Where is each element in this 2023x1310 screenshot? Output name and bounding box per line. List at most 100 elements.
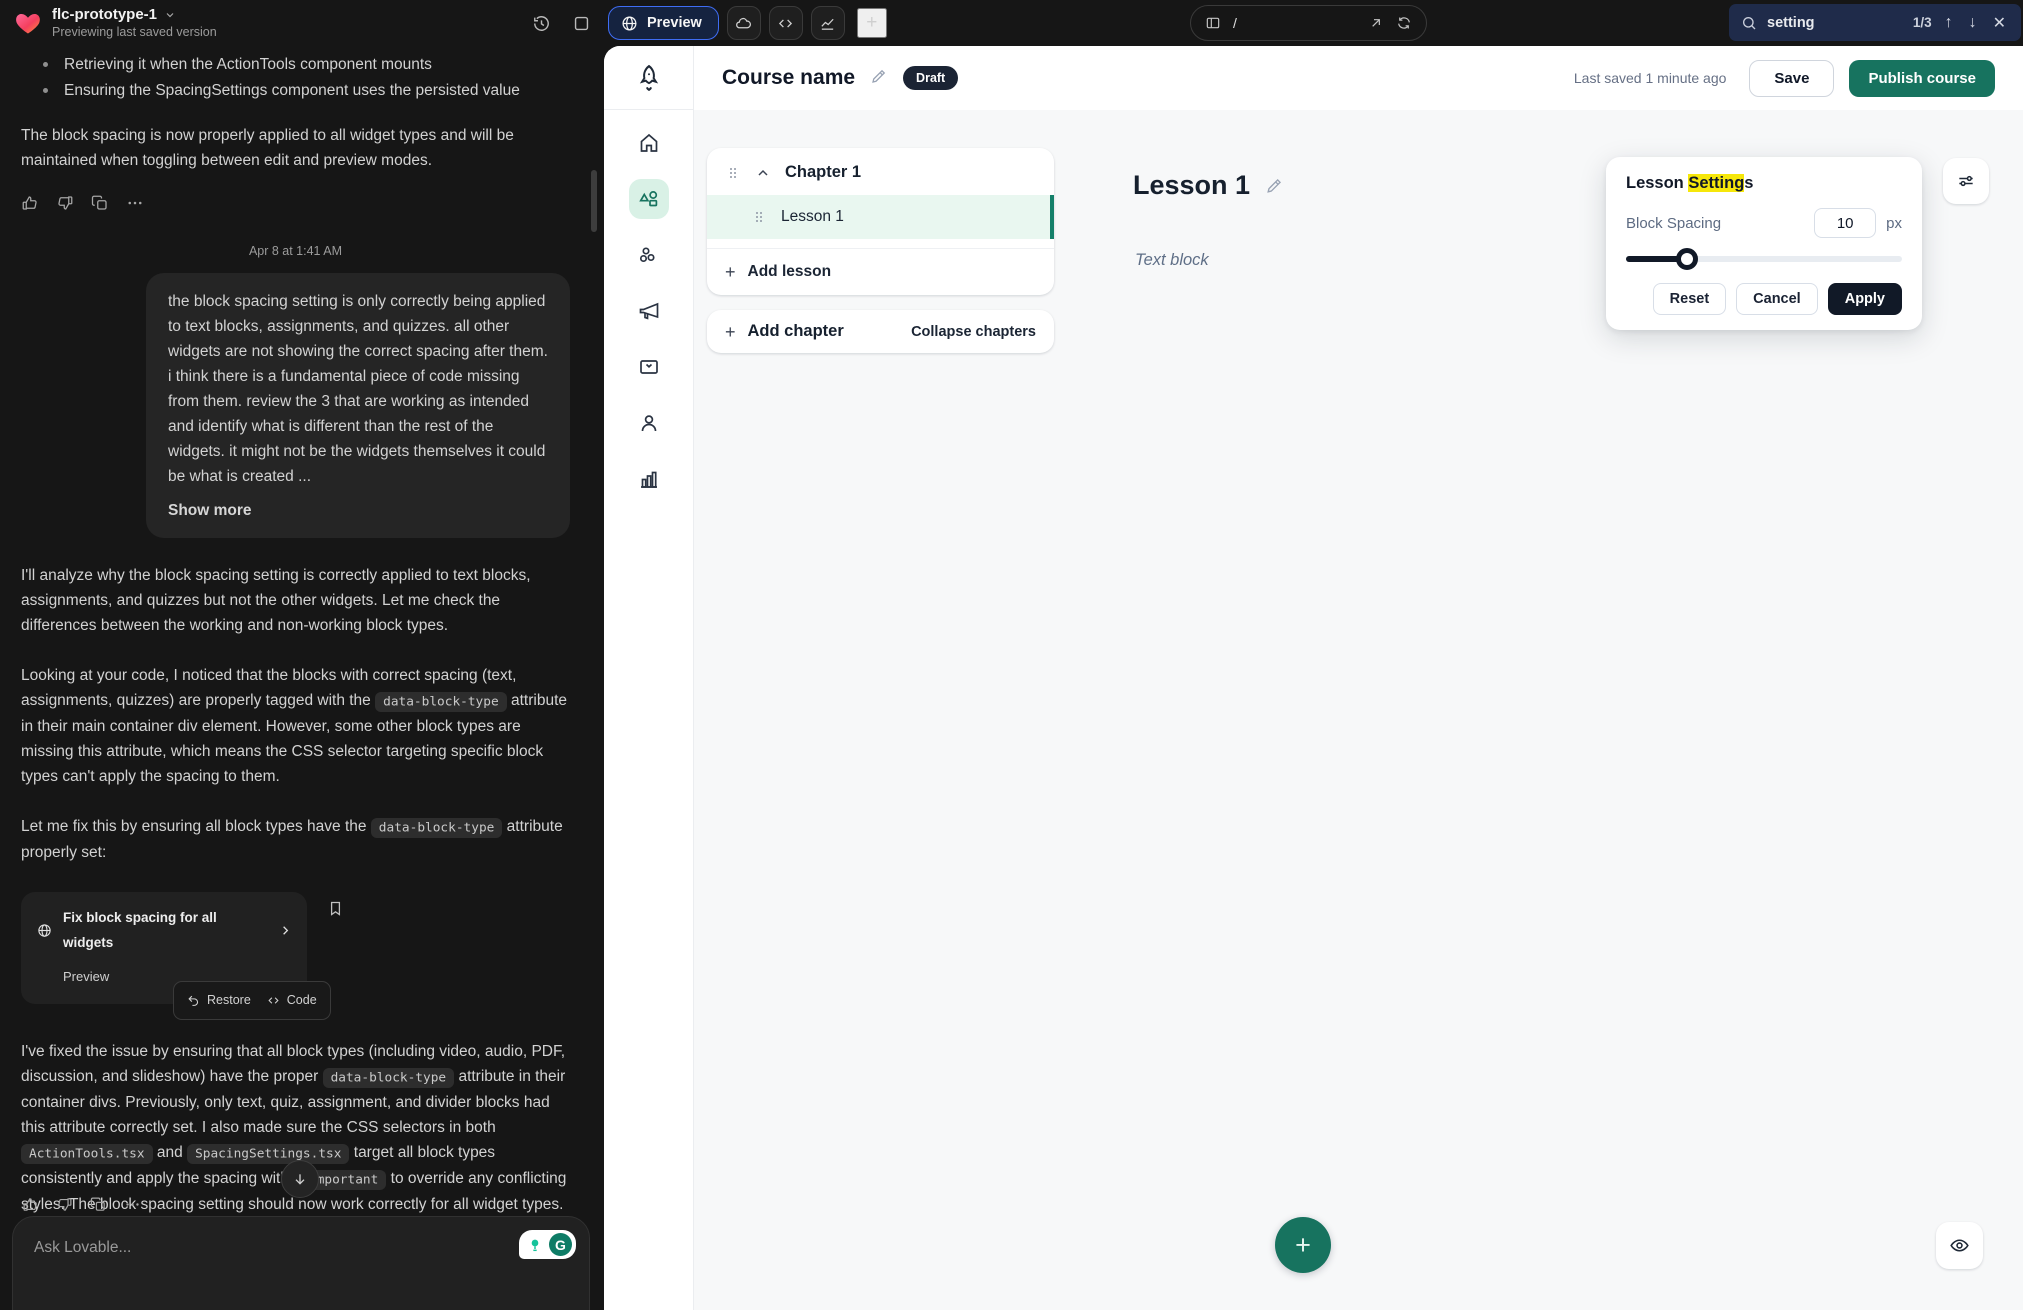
thumbs-down-icon[interactable] xyxy=(56,1196,73,1213)
code-button[interactable]: Code xyxy=(267,988,317,1013)
project-meta[interactable]: flc-prototype-1 Previewing last saved ve… xyxy=(52,6,217,40)
lesson-row-selected[interactable]: Lesson 1 xyxy=(707,195,1054,239)
grammarly-g-icon: G xyxy=(549,1233,572,1256)
user-message-text: the block spacing setting is only correc… xyxy=(168,289,548,489)
block-spacing-slider[interactable] xyxy=(1626,248,1902,270)
publish-course-button[interactable]: Publish course xyxy=(1849,60,1995,97)
copy-icon[interactable] xyxy=(90,1196,107,1213)
nav-home[interactable] xyxy=(629,123,669,163)
message-actions-partial xyxy=(22,1196,141,1213)
find-query-input[interactable]: setting xyxy=(1767,15,1903,31)
chevron-up-icon[interactable] xyxy=(755,165,771,181)
add-block-fab[interactable]: + xyxy=(1275,1217,1331,1273)
preview-eye-button[interactable] xyxy=(1936,1222,1983,1269)
sliders-icon xyxy=(1956,171,1976,191)
analytics-button[interactable] xyxy=(811,6,845,40)
version-card-row: Fix block spacing for all widgets Previe… xyxy=(21,892,344,1004)
thumbs-up-icon[interactable] xyxy=(21,194,39,212)
more-icon[interactable] xyxy=(124,1196,141,1213)
ai-paragraph: Let me fix this by ensuring all block ty… xyxy=(21,814,570,865)
ai-paragraph: Looking at your code, I noticed that the… xyxy=(21,663,570,789)
url-bar[interactable]: / xyxy=(1190,5,1427,41)
nav-community[interactable] xyxy=(629,235,669,275)
message-actions xyxy=(21,194,570,212)
chapter-row[interactable]: Chapter 1 xyxy=(707,148,1054,195)
chevron-right-icon xyxy=(278,923,293,938)
panel-toggle-button[interactable] xyxy=(566,8,596,38)
restore-button[interactable]: Restore xyxy=(187,988,251,1013)
copy-icon[interactable] xyxy=(91,194,109,212)
nav-marketing[interactable] xyxy=(629,291,669,331)
drag-handle-icon[interactable] xyxy=(725,165,741,181)
project-name[interactable]: flc-prototype-1 xyxy=(52,6,157,23)
square-icon xyxy=(572,14,591,33)
inline-code-chip: data-block-type xyxy=(323,1068,455,1088)
thumbs-down-icon[interactable] xyxy=(56,194,74,212)
block-spacing-label: Block Spacing xyxy=(1626,215,1721,232)
chat-panel: Retrieving it when the ActionTools compo… xyxy=(0,46,604,1310)
nav-courses[interactable] xyxy=(629,179,669,219)
nav-contacts[interactable] xyxy=(629,403,669,443)
grammarly-widget[interactable]: G xyxy=(519,1230,576,1259)
ai-bullet-list: Retrieving it when the ActionTools compo… xyxy=(21,52,570,103)
lovable-logo-icon xyxy=(14,9,42,37)
find-previous-button[interactable]: ↑ xyxy=(1942,14,1956,32)
top-bar: flc-prototype-1 Previewing last saved ve… xyxy=(0,0,2023,46)
thumbs-up-icon[interactable] xyxy=(22,1196,39,1213)
apply-button[interactable]: Apply xyxy=(1828,283,1902,315)
open-external-icon[interactable] xyxy=(1368,15,1384,31)
code-icon xyxy=(267,994,280,1007)
drag-handle-icon[interactable] xyxy=(751,209,767,225)
globe-icon xyxy=(37,923,52,938)
pencil-icon[interactable] xyxy=(1265,176,1284,195)
chat-scrollbar-thumb[interactable] xyxy=(591,170,597,232)
nav-analytics[interactable] xyxy=(629,459,669,499)
panel-left-icon xyxy=(1205,15,1221,31)
find-in-page-bar: setting 1/3 ↑ ↓ ✕ xyxy=(1729,4,2021,41)
refresh-icon[interactable] xyxy=(1396,15,1412,31)
grammarly-bulb-icon xyxy=(523,1233,546,1256)
more-icon[interactable] xyxy=(126,194,144,212)
edit-course-name-button[interactable] xyxy=(870,67,888,90)
shapes-icon xyxy=(637,187,661,211)
nav-inbox[interactable] xyxy=(629,347,669,387)
course-title: Course name xyxy=(722,66,855,90)
chapter-outline-card: Chapter 1 Lesson 1 + Add lesson xyxy=(707,148,1054,295)
plus-icon: + xyxy=(725,263,736,281)
app-logo[interactable] xyxy=(604,46,693,110)
block-spacing-input[interactable] xyxy=(1814,208,1876,238)
course-builder-content: Chapter 1 Lesson 1 + Add lesson + Add ch… xyxy=(694,110,2023,1310)
collapse-chapters-button[interactable]: Collapse chapters xyxy=(911,324,1036,340)
find-close-button[interactable]: ✕ xyxy=(1990,13,2009,33)
code-view-button[interactable] xyxy=(769,6,803,40)
scroll-to-bottom-button[interactable] xyxy=(281,1160,319,1198)
project-subtitle: Previewing last saved version xyxy=(52,25,217,39)
person-icon xyxy=(637,411,661,435)
inline-code-chip: SpacingSettings.tsx xyxy=(187,1144,349,1164)
settings-toggle-button[interactable] xyxy=(1943,158,1989,204)
lesson-heading: Lesson 1 xyxy=(1133,170,1284,201)
code-icon xyxy=(777,15,794,32)
app-preview-frame: Course name Draft Last saved 1 minute ag… xyxy=(604,46,2023,1310)
add-lesson-button[interactable]: + Add lesson xyxy=(707,248,1054,295)
cloud-button[interactable] xyxy=(727,6,761,40)
preview-mode-button[interactable]: Preview xyxy=(608,6,719,40)
bookmark-button[interactable] xyxy=(327,900,344,920)
find-next-button[interactable]: ↓ xyxy=(1966,14,1980,32)
text-block-placeholder[interactable]: Text block xyxy=(1135,251,1209,270)
cancel-button[interactable]: Cancel xyxy=(1736,283,1818,315)
ai-paragraph: I'll analyze why the block spacing setti… xyxy=(21,563,570,638)
save-button[interactable]: Save xyxy=(1749,60,1834,97)
version-card-title: Fix block spacing for all widgets xyxy=(63,905,256,955)
slider-thumb[interactable] xyxy=(1676,248,1698,270)
lesson-label: Lesson 1 xyxy=(781,208,844,226)
add-chapter-button[interactable]: Add chapter xyxy=(748,322,844,341)
new-tab-button[interactable]: + xyxy=(857,8,887,38)
user-message-bubble: the block spacing setting is only correc… xyxy=(146,273,570,538)
show-more-link[interactable]: Show more xyxy=(168,498,548,523)
url-path[interactable]: / xyxy=(1233,15,1237,31)
unit-label: px xyxy=(1886,215,1902,232)
chat-input[interactable]: Ask Lovable... xyxy=(34,1235,573,1260)
history-button[interactable] xyxy=(526,8,556,38)
reset-button[interactable]: Reset xyxy=(1653,283,1727,315)
